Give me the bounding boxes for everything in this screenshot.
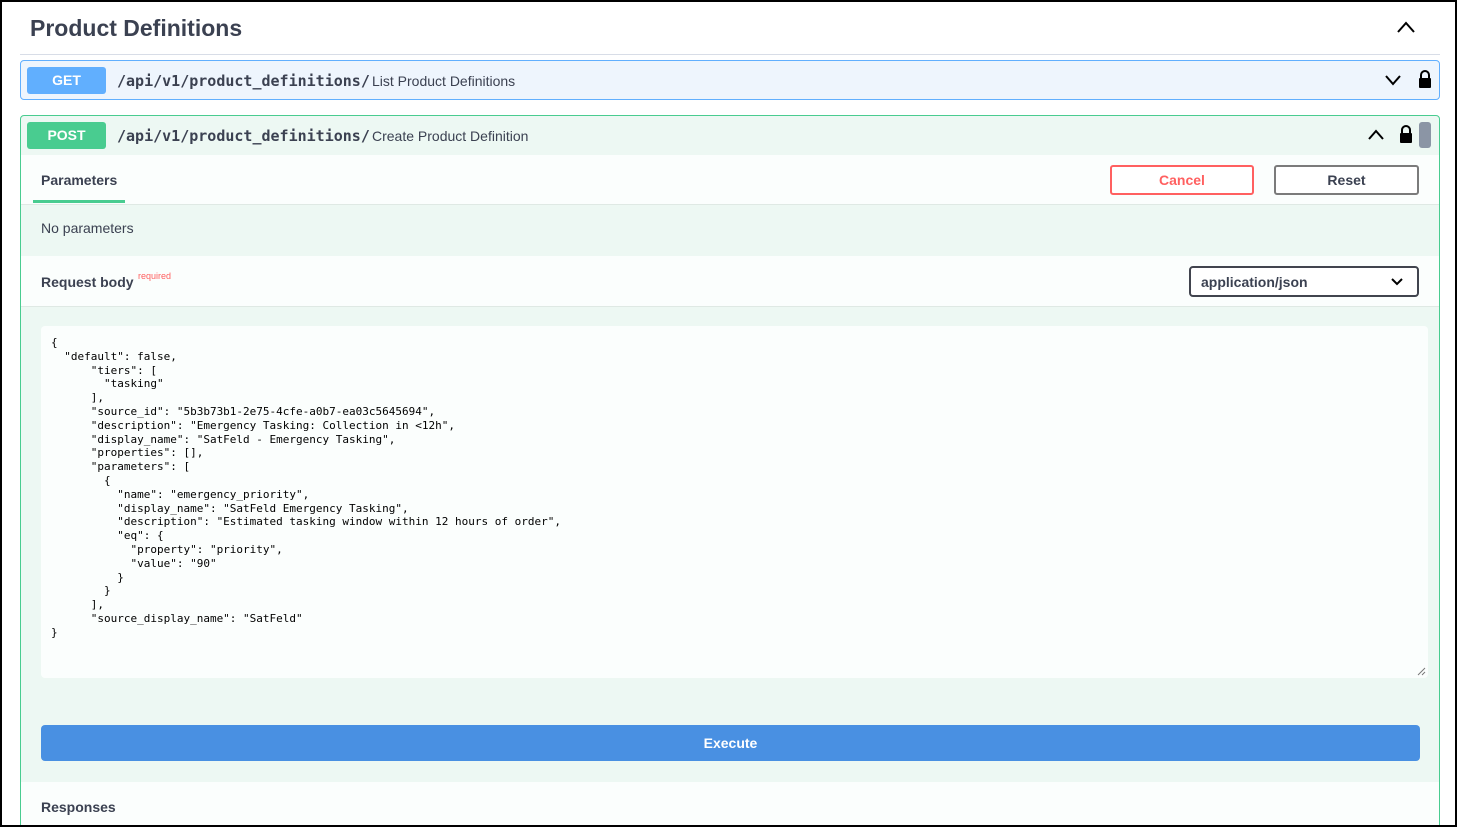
required-marker: required (138, 271, 172, 281)
opblock-get[interactable]: GET /api/v1/product_definitions/ List Pr… (20, 60, 1440, 100)
opblock-post: POST /api/v1/product_definitions/ Create… (20, 115, 1440, 825)
lock-icon[interactable] (1398, 124, 1414, 144)
endpoint-path: /api/v1/product_definitions/ (117, 72, 370, 90)
section-title: Product Definitions (30, 15, 243, 41)
opblock-summary-get[interactable]: GET /api/v1/product_definitions/ List Pr… (21, 61, 1439, 99)
chevron-up-icon[interactable] (1367, 128, 1385, 142)
chevron-up-icon[interactable] (1396, 20, 1416, 34)
cancel-button[interactable]: Cancel (1110, 165, 1254, 195)
responses-label: Responses (41, 799, 116, 815)
endpoint-summary: Create Product Definition (372, 128, 529, 144)
copy-icon[interactable] (1419, 122, 1431, 148)
resize-grip-icon[interactable] (1417, 667, 1426, 676)
chevron-down-icon (1391, 278, 1403, 286)
execute-button[interactable]: Execute (41, 725, 1420, 761)
request-body-header: Request body required application/json (21, 256, 1439, 307)
content-type-value: application/json (1201, 274, 1308, 290)
method-badge-post: POST (27, 122, 106, 149)
app-frame: Product Definitions GET /api/v1/product_… (0, 0, 1457, 827)
request-body-editor[interactable]: { "default": false, "tiers": [ "tasking"… (41, 326, 1428, 678)
reset-button[interactable]: Reset (1274, 165, 1419, 195)
endpoint-summary: List Product Definitions (372, 73, 516, 89)
tab-parameters-label: Parameters (41, 172, 118, 188)
chevron-down-icon[interactable] (1384, 73, 1402, 87)
no-parameters-text: No parameters (41, 220, 134, 236)
endpoint-path: /api/v1/product_definitions/ (117, 127, 370, 145)
opblock-summary-post[interactable]: POST /api/v1/product_definitions/ Create… (21, 116, 1439, 154)
section-header[interactable]: Product Definitions (20, 4, 1440, 55)
method-badge-get: GET (27, 67, 106, 94)
request-body-label: Request body (41, 274, 134, 290)
responses-section: Responses (21, 782, 1439, 825)
tab-parameters[interactable]: Parameters (33, 155, 125, 203)
content-type-select[interactable]: application/json (1189, 266, 1419, 297)
request-body-text[interactable]: { "default": false, "tiers": [ "tasking"… (51, 336, 561, 640)
lock-icon[interactable] (1417, 69, 1433, 89)
parameters-header: Parameters Cancel Reset (21, 155, 1439, 205)
